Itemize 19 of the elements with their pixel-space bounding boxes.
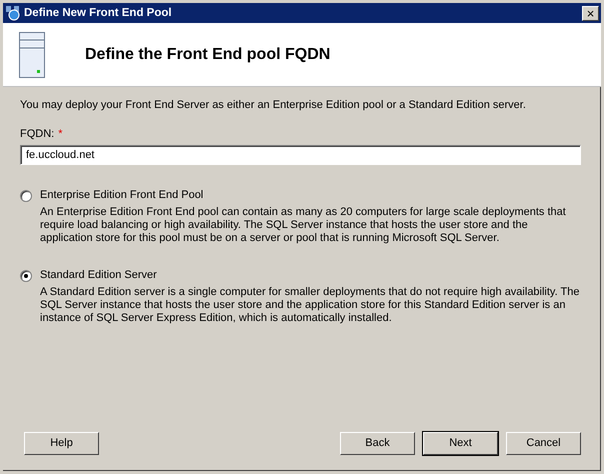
app-icon <box>5 5 21 21</box>
required-mark: * <box>58 128 63 141</box>
option-label[interactable]: Enterprise Edition Front End Pool <box>40 189 204 202</box>
option-description: A Standard Edition server is a single computer for smaller deployments that do not require high availability. The SQL Server instance that hosts the user store and the application store for this Standard Edition server is an instance of SQL Server Express Edition, which is automatically installed. <box>40 286 580 325</box>
wizard-button[interactable]: Back <box>340 432 415 455</box>
field-label: FQDN: <box>20 128 54 141</box>
fqdn-field[interactable]: fe.uccloud.net <box>20 145 581 165</box>
window-title: Define New Front End Pool <box>24 6 172 20</box>
radio-button[interactable] <box>20 190 32 202</box>
page-heading: Define the Front End pool FQDN <box>85 44 330 64</box>
wizard-button[interactable]: Next <box>423 432 498 455</box>
server-icon <box>19 32 45 78</box>
close-button[interactable]: × <box>582 6 599 20</box>
option-description: An Enterprise Edition Front End pool can contain as many as 20 computers for large scale deployments that require load balancing or high availability. The SQL Server instance that hosts the user store and the application store for this pool must be on a server or pool that is running Microsoft SQL Server. <box>40 206 567 245</box>
radio-button[interactable] <box>20 270 32 282</box>
intro-text: You may deploy your Front End Server as either an Enterprise Edition pool or a Standard Edition server. <box>20 99 527 112</box>
option-label[interactable]: Standard Edition Server <box>40 269 157 282</box>
wizard-button[interactable]: Help <box>24 432 99 455</box>
wizard-button[interactable]: Cancel <box>506 432 581 455</box>
